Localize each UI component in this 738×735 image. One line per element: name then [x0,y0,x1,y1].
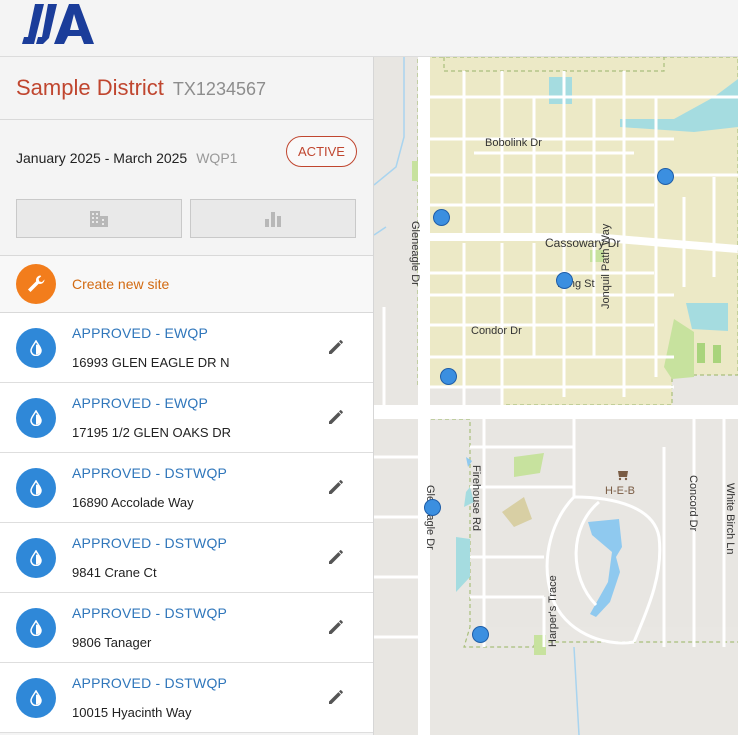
water-drop-icon [16,327,56,368]
water-drop-icon [16,467,56,508]
street-label-condor: Condor Dr [471,325,522,337]
site-status: APPROVED - DSTWQP [72,675,228,691]
site-address: 10015 Hyacinth Way [72,705,192,720]
top-bar [0,0,738,57]
lja-logo[interactable] [22,4,98,46]
site-map[interactable]: Bobolink Dr Cassowary Dr Wing St Condor … [374,57,738,735]
edit-pencil-icon[interactable] [327,548,345,566]
water-drop-icon [16,537,56,578]
street-label-gleneagle-north: Gleneagle Dr [409,221,421,286]
site-text: APPROVED - DSTWQP 10015 Hyacinth Way [72,675,227,720]
edit-pencil-icon[interactable] [327,338,345,356]
site-text: APPROVED - DSTWQP 16890 Accolade Way [72,465,227,510]
chart-view-button[interactable] [190,199,356,238]
view-toggle-row [0,195,373,256]
street-label-bobolink: Bobolink Dr [485,137,542,149]
edit-pencil-icon[interactable] [327,688,345,706]
site-row[interactable]: APPROVED - DSTWQP 9841 Crane Ct [0,523,373,593]
water-drop-icon [16,397,56,438]
edit-pencil-icon[interactable] [327,408,345,426]
site-address: 17195 1/2 GLEN OAKS DR [72,425,231,440]
district-header: Sample District TX1234567 [0,57,373,120]
site-address: 9806 Tanager [72,635,152,650]
street-label-gleneagle-south: Gleneagle Dr [424,485,436,550]
edit-pencil-icon[interactable] [327,478,345,496]
site-status: APPROVED - EWQP [72,325,209,341]
street-label-jonquil: Jonquil Path Way [600,223,612,309]
edit-pencil-icon[interactable] [327,618,345,636]
wrench-icon [16,264,56,304]
site-row[interactable]: APPROVED - DSTWQP 10015 Hyacinth Way [0,663,373,733]
street-label-firehouse: Firehouse Rd [470,465,482,532]
water-drop-icon [16,677,56,718]
period-row: January 2025 - March 2025 WQP1 ACTIVE [0,120,373,195]
water-drop-icon [16,607,56,648]
create-site-row[interactable]: Create new site [0,256,373,313]
site-status: APPROVED - DSTWQP [72,535,228,551]
street-label-harpers: Harper's Trace [547,575,559,647]
site-row[interactable]: APPROVED - EWQP 16993 GLEN EAGLE DR N [0,313,373,383]
site-address: 9841 Crane Ct [72,565,157,580]
poi-label-heb: H-E-B [605,485,635,497]
site-address: 16890 Accolade Way [72,495,194,510]
street-label-concord: Concord Dr [687,475,699,532]
site-text: APPROVED - EWQP 17195 1/2 GLEN OAKS DR [72,395,231,440]
site-row[interactable]: APPROVED - DSTWQP 16890 Accolade Way [0,453,373,523]
site-status: APPROVED - DSTWQP [72,465,228,481]
bar-chart-icon [265,211,281,227]
create-site-label: Create new site [72,276,170,292]
site-marker[interactable] [433,209,450,226]
site-row[interactable]: APPROVED - DSTWQP 9806 Tanager [0,593,373,663]
site-text: APPROVED - EWQP 16993 GLEN EAGLE DR N [72,325,230,370]
site-status: APPROVED - EWQP [72,395,209,411]
site-text: APPROVED - DSTWQP 9806 Tanager [72,605,227,650]
street-label-white-birch: White Birch Ln [724,483,736,555]
site-marker[interactable] [440,368,457,385]
site-marker[interactable] [424,499,441,516]
site-row[interactable]: APPROVED - EWQP 17195 1/2 GLEN OAKS DR [0,383,373,453]
district-id: TX1234567 [172,79,266,99]
period-code: WQP1 [196,149,238,166]
site-status: APPROVED - DSTWQP [72,605,228,621]
site-text: APPROVED - DSTWQP 9841 Crane Ct [72,535,227,580]
building-icon [90,210,108,227]
site-marker[interactable] [657,168,674,185]
site-marker[interactable] [556,272,573,289]
sidebar: Sample District TX1234567 January 2025 -… [0,57,374,735]
active-status-button[interactable]: ACTIVE [286,136,357,167]
site-address: 16993 GLEN EAGLE DR N [72,355,230,370]
site-list: APPROVED - EWQP 16993 GLEN EAGLE DR N AP… [0,313,373,733]
period-range: January 2025 - March 2025 [16,149,188,166]
district-name: Sample District [16,75,164,100]
building-view-button[interactable] [16,199,182,238]
site-marker[interactable] [472,626,489,643]
